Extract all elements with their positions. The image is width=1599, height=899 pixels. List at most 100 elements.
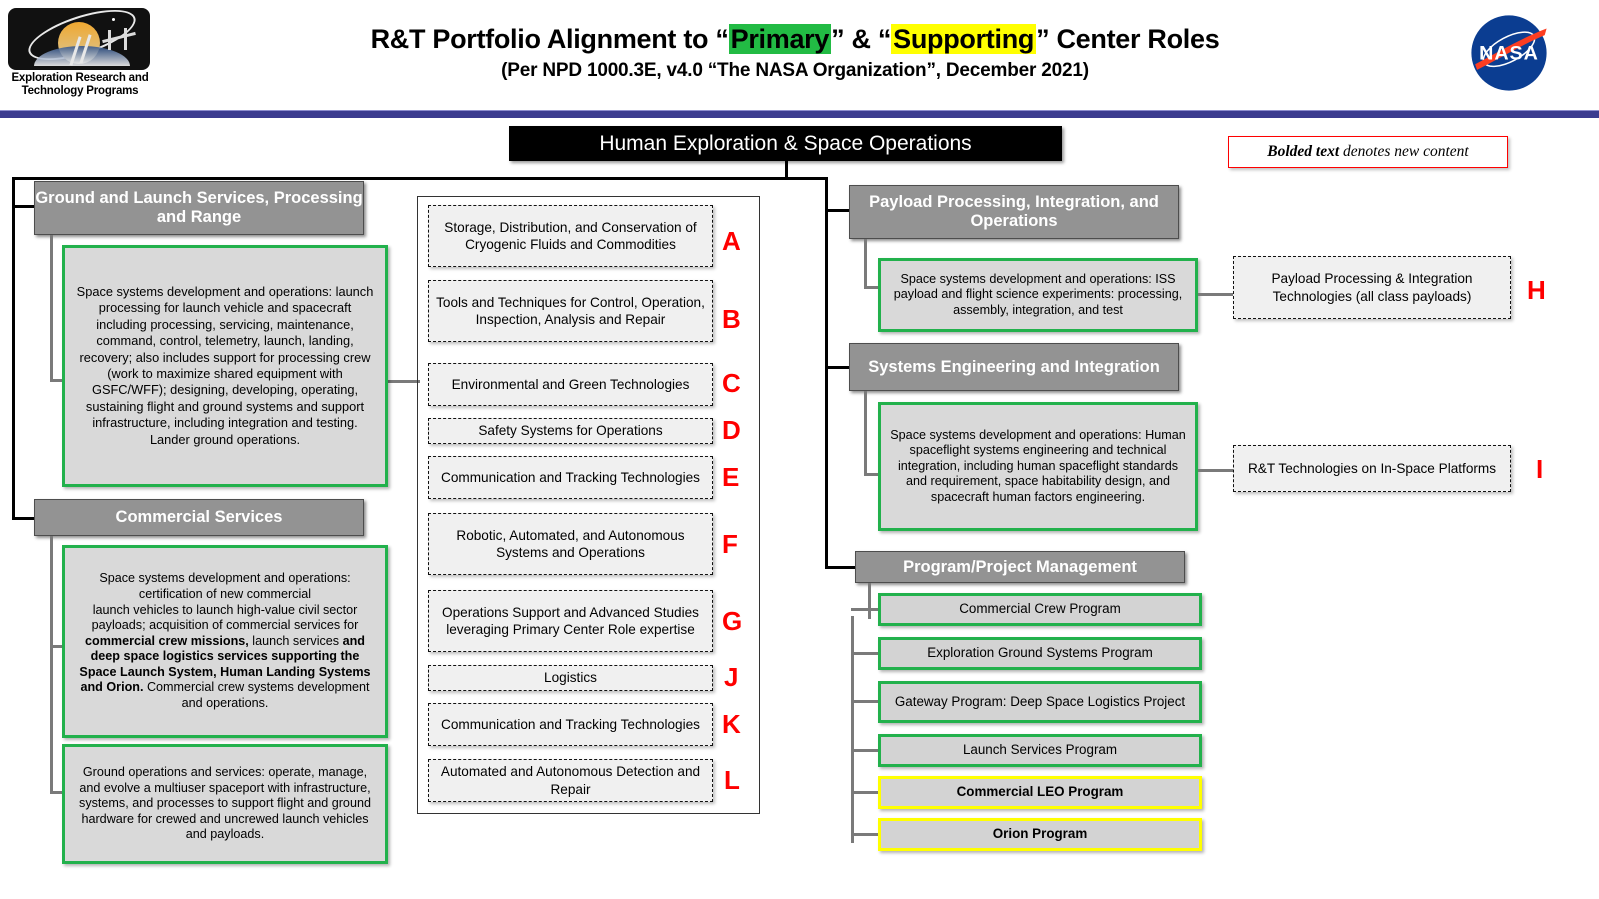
ppm-connector-rail: [851, 616, 854, 843]
center-item-j[interactable]: Logistics: [428, 665, 713, 691]
page-header: Exploration Research and Technology Prog…: [0, 0, 1599, 118]
center-item-label: Operations Support and Advanced Studies …: [442, 604, 699, 637]
center-item-d[interactable]: Safety Systems for Operations: [428, 418, 713, 444]
center-item-letter-g: G: [722, 606, 743, 636]
description-ground-and-launch-services: Space systems development and operations…: [62, 245, 388, 487]
ppm-stub-3: [851, 700, 881, 703]
center-item-letter-c: C: [722, 368, 741, 398]
center-item-label: Logistics: [544, 670, 597, 686]
program-label: Gateway Program: Deep Space Logistics Pr…: [894, 693, 1186, 709]
program-item-exploration-ground-systems[interactable]: Exploration Ground Systems Program: [878, 637, 1202, 670]
exploration-research-technology-logo-icon: [8, 8, 150, 70]
program-label: Launch Services Program: [962, 742, 1118, 758]
center-item-label: Communication and Tracking Technologies: [441, 716, 700, 732]
group-header-label: Program/Project Management: [903, 557, 1137, 576]
tech-box-label: Payload Processing & Integration Technol…: [1271, 271, 1473, 304]
center-item-label: Tools and Techniques for Control, Operat…: [436, 294, 705, 327]
group-header-ground-and-launch-services[interactable]: Ground and Launch Services, Processing a…: [34, 181, 364, 235]
center-item-e[interactable]: Communication and Tracking Technologies: [428, 456, 713, 499]
program-label: Commercial Crew Program: [959, 601, 1121, 617]
trunk-horizontal: [12, 177, 828, 180]
ground-launch-connector-vertical: [50, 235, 53, 381]
trunk-to-ppm: [825, 566, 857, 569]
legend-bolded-text: Bolded text denotes new content: [1228, 136, 1508, 168]
payload-to-tech-link: [1198, 293, 1234, 296]
center-item-letter-l: L: [724, 765, 740, 795]
center-item-c[interactable]: Environmental and Green Technologies: [428, 363, 713, 406]
ppm-connector-top: [868, 583, 871, 619]
center-item-label: Communication and Tracking Technologies: [441, 469, 700, 485]
center-item-b[interactable]: Tools and Techniques for Control, Operat…: [428, 280, 713, 342]
center-item-a[interactable]: Storage, Distribution, and Conservation …: [428, 205, 713, 267]
trunk-left-vertical: [12, 177, 15, 520]
center-item-label: Robotic, Automated, and Autonomous Syste…: [456, 527, 685, 560]
sei-connector-vertical: [864, 391, 867, 476]
program-item-gateway-deep-space-logistics[interactable]: Gateway Program: Deep Space Logistics Pr…: [878, 681, 1202, 723]
sei-to-tech-link: [1198, 469, 1234, 472]
description-text: Ground operations and services: operate,…: [79, 765, 371, 842]
legend-rest: denotes new content: [1339, 143, 1469, 160]
center-item-letter-j: J: [724, 662, 739, 692]
description-commercial-services-2: Ground operations and services: operate,…: [62, 744, 388, 864]
ppm-stub-1: [851, 608, 881, 611]
program-label: Orion Program: [992, 826, 1088, 842]
program-item-commercial-crew[interactable]: Commercial Crew Program: [878, 593, 1202, 626]
group-header-label: Payload Processing, Integration, and Ope…: [869, 193, 1159, 230]
group-header-label: Ground and Launch Services, Processing a…: [35, 189, 363, 226]
center-item-label: Safety Systems for Operations: [478, 423, 663, 439]
page-title: R&T Portfolio Alignment to “Primary” & “…: [250, 24, 1340, 55]
center-item-label: Automated and Autonomous Detection and R…: [440, 764, 701, 797]
header-divider-bar: [0, 110, 1599, 118]
center-item-letter-e: E: [722, 462, 740, 492]
description-commercial-services-1: Space systems development and operations…: [62, 545, 388, 738]
ppm-stub-6: [851, 833, 881, 836]
ppm-stub-5: [851, 791, 881, 794]
group-header-systems-engineering-integration[interactable]: Systems Engineering and Integration: [849, 343, 1179, 391]
program-label: Exploration Ground Systems Program: [927, 645, 1153, 661]
title-primary-highlight: Primary: [728, 24, 832, 54]
group-header-commercial-services[interactable]: Commercial Services: [34, 499, 364, 536]
tech-box-i[interactable]: R&T Technologies on In-Space Platforms: [1233, 445, 1511, 492]
center-item-letter-k: K: [722, 709, 741, 739]
center-item-f[interactable]: Robotic, Automated, and Autonomous Syste…: [428, 513, 713, 575]
top-node-human-exploration-space-operations[interactable]: Human Exploration & Space Operations: [509, 126, 1062, 161]
center-item-l[interactable]: Automated and Autonomous Detection and R…: [428, 759, 713, 802]
top-node-label: Human Exploration & Space Operations: [599, 131, 972, 155]
group-header-program-project-management[interactable]: Program/Project Management: [855, 551, 1185, 583]
program-item-commercial-leo[interactable]: Commercial LEO Program: [878, 776, 1202, 809]
tech-box-h[interactable]: Payload Processing & Integration Technol…: [1233, 256, 1511, 319]
legend-bold-term: Bolded text: [1267, 143, 1340, 160]
center-item-label: Storage, Distribution, and Conservation …: [444, 219, 697, 252]
description-payload-processing: Space systems development and operations…: [878, 258, 1198, 332]
group-header-payload-processing[interactable]: Payload Processing, Integration, and Ope…: [849, 185, 1179, 239]
tech-letter-i: I: [1536, 454, 1544, 484]
tech-letter-h: H: [1527, 275, 1546, 305]
title-post: ” Center Roles: [1036, 24, 1220, 54]
trunk-right-vertical: [825, 177, 828, 568]
description-text: Space systems development and operations…: [893, 271, 1183, 317]
payload-connector-vertical: [864, 239, 867, 288]
center-item-g[interactable]: Operations Support and Advanced Studies …: [428, 590, 713, 652]
left-to-center-link: [388, 380, 420, 383]
center-item-letter-d: D: [722, 415, 741, 445]
title-pre: R&T Portfolio Alignment to “: [370, 24, 729, 54]
logo-caption: Exploration Research and Technology Prog…: [11, 72, 149, 97]
group-header-label: Commercial Services: [115, 508, 283, 526]
description-text: Space systems development and operations…: [76, 283, 374, 447]
svg-text:NASA: NASA: [1479, 43, 1539, 65]
center-item-label: Environmental and Green Technologies: [451, 376, 690, 392]
description-systems-engineering-integration: Space systems development and operations…: [878, 402, 1198, 531]
group-header-label: Systems Engineering and Integration: [868, 357, 1160, 376]
program-item-orion[interactable]: Orion Program: [878, 818, 1202, 851]
title-mid: ” & “: [831, 24, 892, 54]
tech-box-label: R&T Technologies on In-Space Platforms: [1247, 460, 1497, 476]
description-text: Space systems development and operations…: [890, 427, 1186, 504]
program-item-launch-services[interactable]: Launch Services Program: [878, 734, 1202, 767]
center-item-letter-b: B: [722, 304, 741, 334]
description-text-rich: Space systems development and operations…: [79, 571, 371, 711]
nasa-meatball-logo-icon: NASA: [1471, 15, 1547, 91]
title-supporting-highlight: Supporting: [891, 24, 1037, 54]
commercial-services-connector-vertical: [50, 536, 53, 793]
center-item-letter-f: F: [722, 529, 738, 559]
center-item-k[interactable]: Communication and Tracking Technologies: [428, 703, 713, 746]
